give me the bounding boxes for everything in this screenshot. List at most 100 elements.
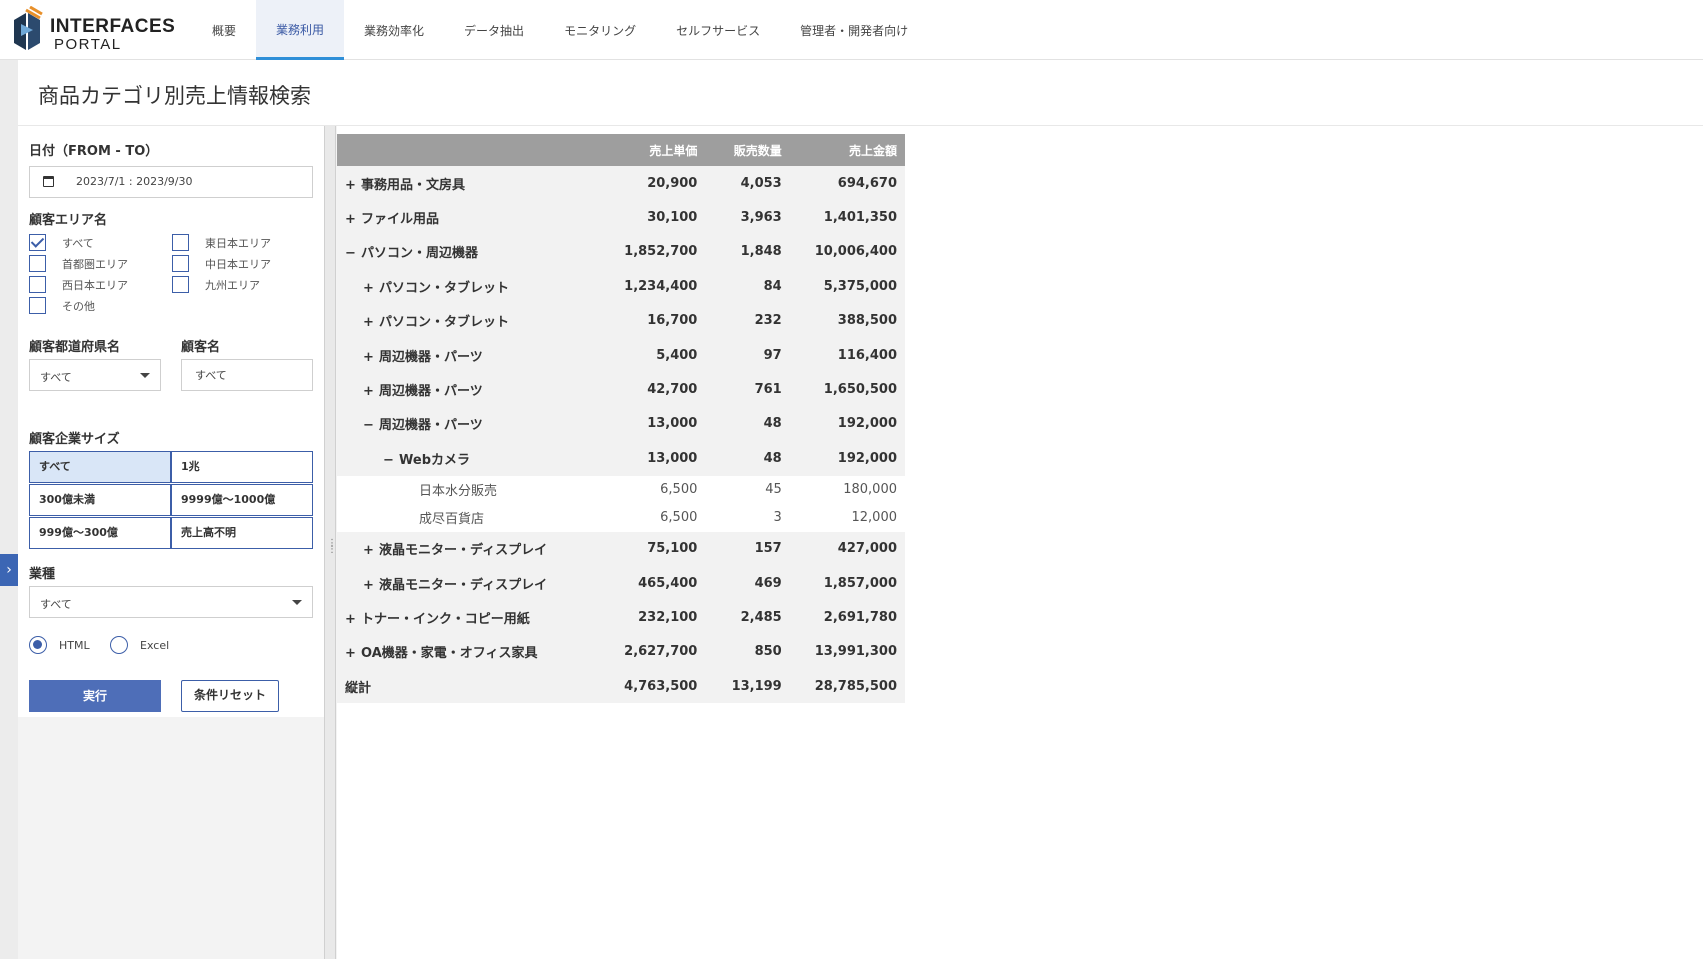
left-collapse-strip: ›	[0, 60, 18, 959]
row-label: 周辺機器・パーツ	[379, 384, 483, 400]
collapse-icon[interactable]: −	[383, 453, 399, 468]
nav-tab-overview[interactable]: 概要	[192, 0, 256, 60]
checkbox-icon	[29, 297, 46, 314]
cell-qty: 48	[705, 441, 790, 476]
expand-icon[interactable]: +	[345, 212, 361, 227]
nav-tab-data-extraction[interactable]: データ抽出	[444, 0, 544, 60]
area-checkbox-capital[interactable]: 首都圏エリア	[29, 255, 128, 272]
cell-amount: 180,000	[789, 475, 905, 504]
expand-icon[interactable]: +	[363, 281, 379, 296]
radio-icon	[110, 636, 128, 654]
checkbox-checked-icon	[29, 234, 46, 251]
customer-input[interactable]	[181, 359, 313, 391]
size-button-30b-99b[interactable]: 999億～300億	[29, 517, 171, 549]
cell-unit-price: 13,000	[579, 441, 706, 476]
cell-unit-price: 20,900	[579, 166, 706, 201]
cell-name: 成尽百貨店	[337, 503, 580, 532]
cell-qty: 84	[705, 269, 790, 304]
calendar-icon	[43, 176, 54, 187]
cell-qty: 761	[705, 372, 790, 407]
collapse-icon[interactable]: −	[363, 418, 379, 433]
area-checkbox-west[interactable]: 西日本エリア	[29, 276, 128, 293]
table-row[interactable]: + トナー・インク・コピー用紙 232,100 2,485 2,691,780	[337, 600, 905, 635]
reset-button[interactable]: 条件リセット	[181, 680, 279, 712]
row-label: 周辺機器・パーツ	[379, 349, 483, 365]
cell-qty: 2,485	[705, 600, 790, 635]
table-row[interactable]: − Webカメラ 13,000 48 192,000	[337, 441, 905, 476]
nav-tab-self-service[interactable]: セルフサービス	[656, 0, 780, 60]
cell-qty: 3,963	[705, 200, 790, 235]
area-checkbox-other[interactable]: その他	[29, 297, 95, 314]
area-checkbox-central[interactable]: 中日本エリア	[172, 255, 271, 272]
nav-tab-admin-dev[interactable]: 管理者・開発者向け	[780, 0, 928, 60]
table-row[interactable]: + 周辺機器・パーツ 5,400 97 116,400	[337, 337, 905, 373]
cell-amount: 388,500	[789, 303, 905, 338]
size-button-100b-999b[interactable]: 9999億～1000億	[171, 484, 313, 516]
table-row[interactable]: + 液晶モニター・ディスプレイ 75,100 157 427,000	[337, 531, 905, 566]
company-size-label: 顧客企業サイズ	[29, 432, 120, 447]
cell-unit-price: 1,852,700	[579, 234, 706, 270]
format-radio-html[interactable]: HTML	[29, 636, 90, 654]
expand-icon[interactable]: +	[363, 384, 379, 399]
industry-label: 業種	[29, 567, 56, 582]
cell-amount: 1,401,350	[789, 200, 905, 235]
nav-tab-efficiency[interactable]: 業務効率化	[344, 0, 444, 60]
area-checkbox-east[interactable]: 東日本エリア	[172, 234, 271, 251]
cell-amount: 694,670	[789, 166, 905, 201]
expand-icon[interactable]: +	[345, 646, 361, 661]
logo[interactable]: INTERFACES PORTAL	[12, 4, 192, 56]
page-title: 商品カテゴリ別売上情報検索	[38, 84, 311, 108]
cell-unit-price: 6,500	[579, 503, 706, 532]
cell-name: 日本水分販売	[337, 475, 580, 504]
expand-icon[interactable]: +	[363, 350, 379, 365]
table-row[interactable]: + 事務用品・文房具 20,900 4,053 694,670	[337, 166, 905, 201]
size-button-unknown[interactable]: 売上高不明	[171, 517, 313, 549]
table-row[interactable]: + OA機器・家電・オフィス家具 2,627,700 850 13,991,300	[337, 634, 905, 670]
row-label: パソコン・周辺機器	[361, 246, 479, 262]
expand-icon[interactable]: +	[363, 578, 379, 593]
table-row: 成尽百貨店 6,500 3 12,000	[337, 503, 905, 532]
table-row[interactable]: + パソコン・タブレット 16,700 232 388,500	[337, 303, 905, 338]
cell-qty: 48	[705, 406, 790, 442]
col-header-amount[interactable]: 売上金額	[789, 134, 905, 166]
panel-splitter[interactable]: ⋮ ⋮	[324, 126, 337, 959]
cell-amount: 28,785,500	[789, 669, 905, 704]
prefecture-select[interactable]: すべて	[29, 359, 161, 391]
table-row[interactable]: + パソコン・タブレット 1,234,400 84 5,375,000	[337, 269, 905, 304]
col-header-unit-price[interactable]: 売上単価	[579, 134, 706, 166]
date-range-input[interactable]: 2023/7/1 : 2023/9/30	[29, 166, 313, 198]
table-row[interactable]: + 周辺機器・パーツ 42,700 761 1,650,500	[337, 372, 905, 407]
table-header-row: 売上単価 販売数量 売上金額	[337, 134, 905, 166]
cell-unit-price: 4,763,500	[579, 669, 706, 704]
cell-name: + 周辺機器・パーツ	[337, 372, 580, 407]
size-button-1-trillion[interactable]: 1兆	[171, 451, 313, 483]
col-header-qty[interactable]: 販売数量	[705, 134, 790, 166]
size-button-under-30b[interactable]: 300億未満	[29, 484, 171, 516]
cell-unit-price: 42,700	[579, 372, 706, 407]
expand-icon[interactable]: +	[363, 543, 379, 558]
cell-qty: 13,199	[705, 669, 790, 704]
row-label: ファイル用品	[361, 212, 440, 228]
size-button-all[interactable]: すべて	[29, 451, 171, 483]
logo-mark-icon	[14, 6, 43, 50]
collapse-icon[interactable]: −	[345, 246, 361, 261]
expand-icon[interactable]: +	[345, 178, 361, 193]
industry-select[interactable]: すべて	[29, 586, 313, 618]
checkbox-icon	[172, 276, 189, 293]
expand-icon[interactable]: +	[345, 612, 361, 627]
expand-sidebar-button[interactable]: ›	[0, 554, 18, 586]
table-row[interactable]: − 周辺機器・パーツ 13,000 48 192,000	[337, 406, 905, 442]
nav-tab-monitoring[interactable]: モニタリング	[544, 0, 656, 60]
cell-unit-price: 5,400	[579, 337, 706, 373]
table-row[interactable]: + ファイル用品 30,100 3,963 1,401,350	[337, 200, 905, 235]
table-row[interactable]: − パソコン・周辺機器 1,852,700 1,848 10,006,400	[337, 234, 905, 270]
top-header: INTERFACES PORTAL 概要 業務利用 業務効率化 データ抽出 モニ…	[0, 0, 1703, 60]
nav-tab-business-use[interactable]: 業務利用	[256, 0, 345, 60]
area-checkbox-all[interactable]: すべて	[29, 234, 94, 251]
cell-name: + 液晶モニター・ディスプレイ	[337, 531, 580, 566]
format-radio-excel[interactable]: Excel	[110, 636, 169, 654]
table-row[interactable]: + 液晶モニター・ディスプレイ 465,400 469 1,857,000	[337, 565, 905, 601]
run-button[interactable]: 実行	[29, 680, 161, 712]
area-checkbox-kyushu[interactable]: 九州エリア	[172, 276, 260, 293]
expand-icon[interactable]: +	[363, 315, 379, 330]
